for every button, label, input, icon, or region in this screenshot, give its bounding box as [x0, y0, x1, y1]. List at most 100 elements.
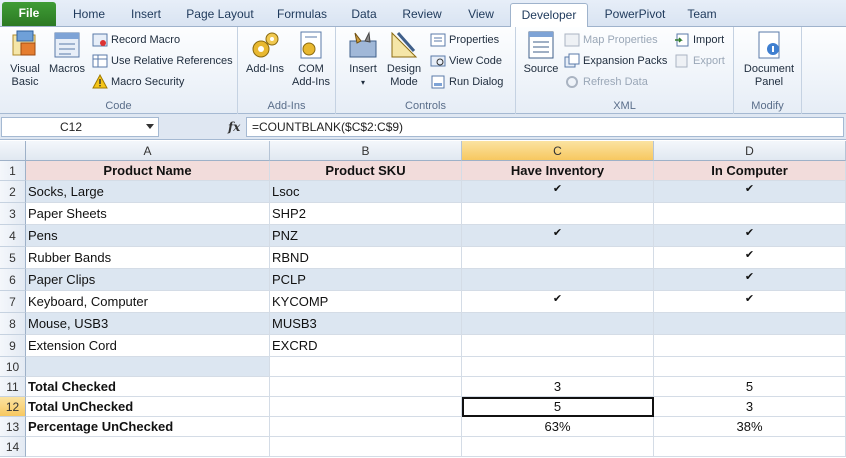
product-name-cell[interactable]: Paper Clips [26, 269, 270, 291]
row-header-6[interactable]: 6 [0, 269, 26, 291]
product-sku-cell[interactable]: SHP2 [270, 203, 462, 225]
row-header-12[interactable]: 12 [0, 397, 26, 417]
have-inventory-cell[interactable] [462, 203, 654, 225]
summary-value-d[interactable]: 5 [654, 377, 846, 397]
in-computer-cell[interactable]: ✔ [654, 291, 846, 313]
have-inventory-cell[interactable]: ✔ [462, 291, 654, 313]
map-properties-button[interactable]: Map Properties [564, 31, 658, 49]
row-header-4[interactable]: 4 [0, 225, 26, 247]
row-header-9[interactable]: 9 [0, 335, 26, 357]
empty-cell[interactable] [654, 357, 846, 377]
name-box-dropdown-icon[interactable] [146, 124, 154, 129]
product-name-cell[interactable]: Pens [26, 225, 270, 247]
have-inventory-cell[interactable] [462, 247, 654, 269]
row-header-1[interactable]: 1 [0, 161, 26, 181]
empty-cell[interactable] [270, 357, 462, 377]
in-computer-cell[interactable] [654, 335, 846, 357]
import-button[interactable]: Import [674, 31, 724, 49]
document-panel-button[interactable]: Document Panel [740, 29, 798, 89]
summary-label-cell[interactable]: Total Checked [26, 377, 270, 397]
row-header-7[interactable]: 7 [0, 291, 26, 313]
tab-page-layout[interactable]: Page Layout [178, 3, 262, 27]
in-computer-cell[interactable] [654, 313, 846, 335]
header-cell-c[interactable]: Have Inventory [462, 161, 654, 181]
row-header-5[interactable]: 5 [0, 247, 26, 269]
row-header-2[interactable]: 2 [0, 181, 26, 203]
summary-value-d[interactable]: 38% [654, 417, 846, 437]
summary-value-c[interactable]: 63% [462, 417, 654, 437]
product-name-cell[interactable]: Socks, Large [26, 181, 270, 203]
empty-cell[interactable] [462, 357, 654, 377]
product-sku-cell[interactable]: MUSB3 [270, 313, 462, 335]
product-sku-cell[interactable]: PNZ [270, 225, 462, 247]
product-name-cell[interactable]: Rubber Bands [26, 247, 270, 269]
export-button[interactable]: Export [674, 52, 725, 70]
summary-value-d[interactable]: 3 [654, 397, 846, 417]
tab-file[interactable]: File [2, 2, 56, 26]
column-header-c[interactable]: C [462, 141, 654, 161]
tab-insert[interactable]: Insert [122, 3, 170, 27]
header-cell-a[interactable]: Product Name [26, 161, 270, 181]
tab-powerpivot[interactable]: PowerPivot [596, 3, 674, 27]
empty-cell[interactable] [654, 437, 846, 457]
empty-cell[interactable] [26, 357, 270, 377]
empty-cell[interactable] [270, 437, 462, 457]
design-mode-button[interactable]: Design Mode [384, 29, 424, 89]
tab-data[interactable]: Data [342, 3, 386, 27]
addins-button[interactable]: Add-Ins [242, 29, 288, 76]
header-cell-d[interactable]: In Computer [654, 161, 846, 181]
expansion-packs-button[interactable]: Expansion Packs [564, 52, 667, 70]
use-relative-references-button[interactable]: Use Relative References [92, 52, 233, 70]
have-inventory-cell[interactable]: ✔ [462, 225, 654, 247]
select-all-corner[interactable] [0, 141, 26, 161]
in-computer-cell[interactable]: ✔ [654, 269, 846, 291]
summary-label-cell[interactable]: Percentage UnChecked [26, 417, 270, 437]
in-computer-cell[interactable]: ✔ [654, 247, 846, 269]
visual-basic-button[interactable]: Visual Basic [4, 29, 46, 89]
header-cell-b[interactable]: Product SKU [270, 161, 462, 181]
row-header-10[interactable]: 10 [0, 357, 26, 377]
have-inventory-cell[interactable] [462, 313, 654, 335]
column-header-a[interactable]: A [26, 141, 270, 161]
column-header-d[interactable]: D [654, 141, 846, 161]
column-header-b[interactable]: B [270, 141, 462, 161]
source-button[interactable]: Source [522, 29, 560, 76]
product-sku-cell[interactable]: EXCRD [270, 335, 462, 357]
macro-security-button[interactable]: Macro Security [92, 73, 184, 91]
in-computer-cell[interactable] [654, 203, 846, 225]
run-dialog-button[interactable]: Run Dialog [430, 73, 503, 91]
empty-cell[interactable] [270, 417, 462, 437]
summary-label-cell[interactable]: Total UnChecked [26, 397, 270, 417]
have-inventory-cell[interactable] [462, 269, 654, 291]
tab-view[interactable]: View [458, 3, 504, 27]
insert-control-button[interactable]: Insert ▾ [344, 29, 382, 89]
product-sku-cell[interactable]: KYCOMP [270, 291, 462, 313]
row-header-11[interactable]: 11 [0, 377, 26, 397]
tab-review[interactable]: Review [394, 3, 450, 27]
properties-button[interactable]: Properties [430, 31, 499, 49]
com-addins-button[interactable]: COM Add-Ins [288, 29, 334, 89]
product-sku-cell[interactable]: PCLP [270, 269, 462, 291]
row-header-13[interactable]: 13 [0, 417, 26, 437]
summary-value-c[interactable]: 3 [462, 377, 654, 397]
view-code-button[interactable]: View Code [430, 52, 502, 70]
empty-cell[interactable] [26, 437, 270, 457]
row-header-8[interactable]: 8 [0, 313, 26, 335]
empty-cell[interactable] [270, 377, 462, 397]
in-computer-cell[interactable]: ✔ [654, 181, 846, 203]
tab-home[interactable]: Home [64, 3, 114, 27]
product-name-cell[interactable]: Mouse, USB3 [26, 313, 270, 335]
product-sku-cell[interactable]: RBND [270, 247, 462, 269]
tab-developer[interactable]: Developer [510, 3, 588, 28]
product-name-cell[interactable]: Keyboard, Computer [26, 291, 270, 313]
tab-formulas[interactable]: Formulas [270, 3, 334, 27]
have-inventory-cell[interactable] [462, 335, 654, 357]
name-box[interactable]: C12 [1, 117, 159, 137]
row-header-14[interactable]: 14 [0, 437, 26, 457]
formula-input[interactable]: =COUNTBLANK($C$2:C$9) [246, 117, 844, 137]
in-computer-cell[interactable]: ✔ [654, 225, 846, 247]
product-name-cell[interactable]: Paper Sheets [26, 203, 270, 225]
insert-function-icon[interactable]: fx [228, 117, 240, 137]
refresh-data-button[interactable]: Refresh Data [564, 73, 648, 91]
tab-team[interactable]: Team [682, 3, 722, 27]
